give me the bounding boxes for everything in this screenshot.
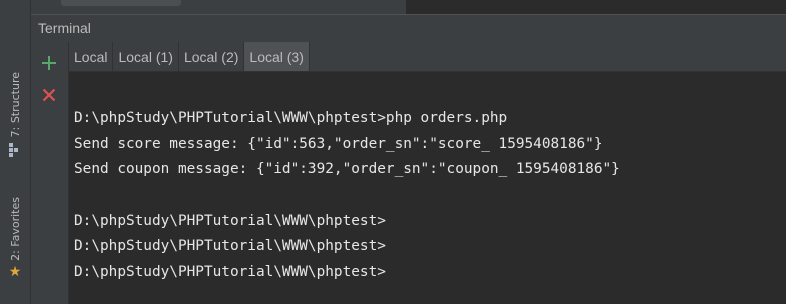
terminal-output[interactable]: D:\phpStudy\PHPTutorial\WWW\phptest>php … bbox=[69, 72, 786, 304]
tab-label: Local (2) bbox=[183, 48, 239, 65]
structure-icon bbox=[9, 143, 21, 158]
terminal-line: D:\phpStudy\PHPTutorial\WWW\phptest> bbox=[74, 238, 386, 255]
terminal-line: D:\phpStudy\PHPTutorial\WWW\phptest>php … bbox=[74, 110, 508, 126]
terminal-prompt: D:\phpStudy\PHPTutorial\WWW\phptest> bbox=[74, 264, 386, 281]
tab-label: Local bbox=[74, 48, 108, 65]
terminal-lines: D:\phpStudy\PHPTutorial\WWW\phptest>php … bbox=[74, 106, 620, 286]
favorites-tool-tab[interactable]: 2: Favorites ★ bbox=[2, 197, 28, 279]
tab-local-1[interactable]: Local (1) bbox=[113, 42, 179, 71]
terminal-title: Terminal bbox=[38, 20, 91, 36]
tab-local-3[interactable]: Local (3) bbox=[244, 42, 310, 71]
star-icon: ★ bbox=[8, 263, 22, 280]
structure-tool-tab[interactable]: 7: Structure bbox=[2, 72, 28, 158]
tab-local-2[interactable]: Local (2) bbox=[179, 42, 245, 71]
favorites-tab-label: 2: Favorites bbox=[8, 197, 22, 261]
tab-label: Local (1) bbox=[118, 48, 173, 65]
terminal-line: Send score message: {"id":563,"order_sn"… bbox=[74, 135, 603, 152]
terminal-toolbar bbox=[31, 42, 69, 304]
terminal-line: Send coupon message: {"id":392,"order_sn… bbox=[74, 161, 620, 178]
tool-window-strip: 7: Structure 2: Favorites ★ bbox=[0, 0, 31, 304]
new-session-button[interactable] bbox=[39, 53, 59, 73]
terminal-tabs: Local Local (1) Local (2) Local (3) bbox=[69, 42, 786, 72]
close-session-button[interactable] bbox=[39, 85, 59, 105]
plus-icon bbox=[42, 56, 56, 70]
structure-tab-label: 7: Structure bbox=[8, 72, 22, 138]
editor-tab-remnant bbox=[31, 0, 786, 14]
close-icon bbox=[42, 88, 56, 102]
tab-local[interactable]: Local bbox=[69, 42, 114, 71]
tab-label: Local (3) bbox=[249, 48, 304, 65]
editor-file-tab[interactable] bbox=[61, 0, 181, 6]
terminal-line: D:\phpStudy\PHPTutorial\WWW\phptest> bbox=[74, 212, 386, 229]
editor-area-remnant bbox=[406, 0, 786, 14]
terminal-header: Terminal bbox=[31, 14, 786, 42]
